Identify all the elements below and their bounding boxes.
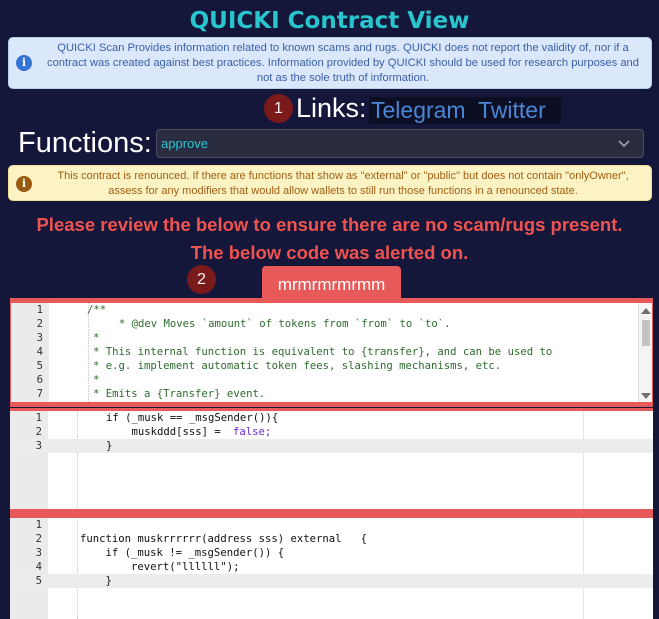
telegram-link[interactable]: Telegram	[371, 97, 466, 124]
alert-subheading: The below code was alerted on.	[190, 242, 469, 263]
code-line: 4 revert("llllll");	[35, 561, 240, 573]
code-line: 3 if (_musk != _msgSender()) {	[35, 547, 285, 559]
editor-divider	[10, 402, 653, 407]
code-line: 5 * e.g. implement automatic token fees, …	[36, 360, 502, 372]
functions-select-value: approve	[161, 136, 208, 151]
step-marker-1: 1	[264, 94, 293, 123]
code-line-active: 5 }	[10, 574, 653, 588]
step-marker-2: 2	[187, 265, 216, 294]
renounced-warning: i This contract is renounced. If there a…	[8, 165, 652, 201]
functions-label: Functions:	[18, 127, 152, 159]
code-editor-3[interactable]: 1 2 function muskrrrrrr(address sss) exte…	[10, 512, 653, 619]
links-label: Links:	[296, 93, 367, 123]
code-line: 6 *	[36, 374, 100, 386]
chevron-down-icon	[618, 140, 630, 148]
info-alert: i QUICKI Scan Provides information relat…	[8, 37, 652, 89]
code-line: 2 function muskrrrrrr(address sss) extern…	[35, 533, 368, 545]
vertical-scrollbar[interactable]	[638, 303, 652, 404]
links-container: Telegram Twitter	[369, 97, 561, 124]
code-line: 7 * Emits a {Transfer} event.	[36, 388, 266, 400]
alert-heading: Please review the below to ensure there …	[36, 214, 623, 235]
code-line: 1/**	[36, 304, 107, 316]
info-icon: i	[16, 55, 32, 71]
code-line-active: 3}	[10, 439, 653, 453]
scroll-down-icon[interactable]	[641, 393, 651, 399]
functions-select[interactable]: approve	[156, 129, 644, 158]
code-line: 4 * This internal function is equivalent …	[36, 346, 553, 358]
code-line: 1 if (_musk == _msgSender()){	[35, 412, 279, 424]
code-line: 2 * @dev Moves `amount` of tokens from `…	[36, 318, 451, 330]
twitter-link[interactable]: Twitter	[478, 97, 546, 124]
info-alert-text: QUICKI Scan Provides information related…	[46, 42, 639, 84]
scrollbar-thumb[interactable]	[642, 320, 650, 346]
code-editor-1[interactable]: 1/** 2 * @dev Moves `amount` of tokens f…	[10, 298, 653, 404]
code-line: 3 *	[36, 332, 100, 344]
code-line: 1	[35, 519, 42, 531]
renounced-warning-text: This contract is renounced. If there are…	[57, 170, 629, 197]
code-editor-2[interactable]: 1 if (_musk == _msgSender()){ 2 muskddd[s…	[10, 408, 653, 512]
code-line: 2 muskddd[sss] = false;	[35, 426, 272, 438]
warning-icon: i	[16, 176, 32, 192]
page-title: QUICKI Contract View	[189, 8, 470, 34]
scroll-up-icon[interactable]	[641, 308, 651, 314]
tab-function-mrmrmrmrmm[interactable]: mrmrmrmrmm	[262, 266, 401, 298]
